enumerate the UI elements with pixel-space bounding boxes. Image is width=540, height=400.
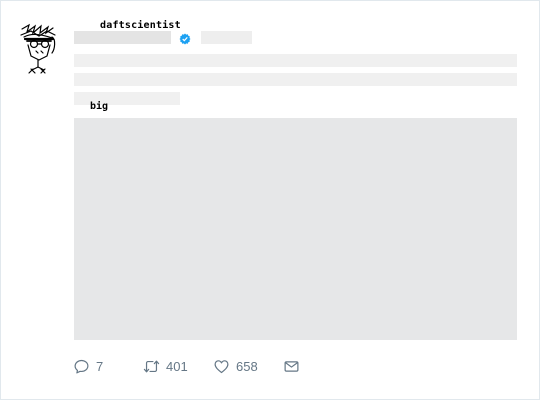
envelope-icon (284, 360, 299, 372)
scientist-doodle-icon (20, 23, 56, 74)
caption-overlay: big (90, 101, 109, 112)
media-placeholder[interactable] (74, 118, 517, 340)
like-count: 658 (236, 358, 258, 374)
tweet-actions: 7 401 658 (73, 356, 373, 376)
retweet-button[interactable]: 401 (143, 356, 188, 376)
retweet-count: 401 (166, 358, 188, 374)
direct-message-button[interactable] (283, 356, 300, 376)
tweet-card: daftscientist big 7 401 658 (0, 0, 540, 400)
like-button[interactable]: 658 (213, 356, 258, 376)
display-name-placeholder[interactable] (74, 31, 171, 44)
avatar[interactable] (19, 23, 71, 77)
tweet-text-line-placeholder (74, 73, 517, 86)
verified-badge-icon (179, 32, 191, 45)
reply-button[interactable]: 7 (73, 356, 103, 376)
heart-icon (214, 359, 229, 373)
reply-icon (74, 359, 89, 373)
handle-placeholder[interactable] (201, 31, 252, 44)
retweet-icon (143, 360, 160, 372)
reply-count: 7 (96, 358, 104, 374)
username-overlay: daftscientist (100, 20, 181, 31)
tweet-text-line-placeholder (74, 54, 517, 67)
